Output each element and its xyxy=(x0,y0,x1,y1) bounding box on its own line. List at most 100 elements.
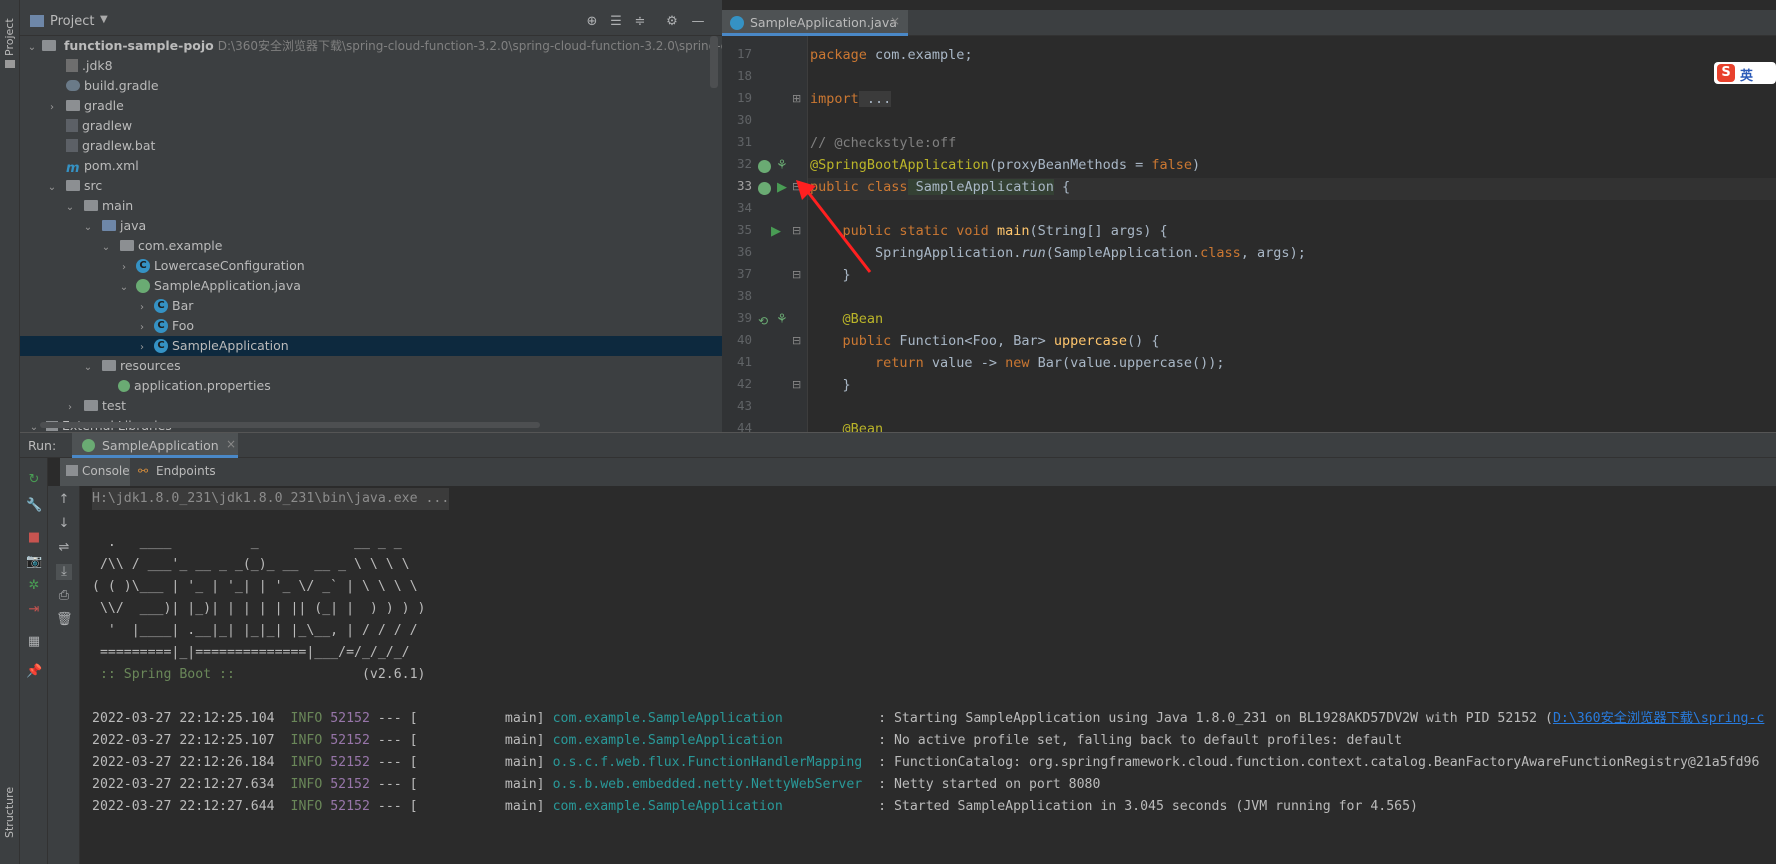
chevron-right-icon[interactable]: › xyxy=(46,98,58,118)
tree-item-java[interactable]: ⌄ java xyxy=(20,216,722,236)
tree-item-label: gradlew xyxy=(82,118,133,133)
tree-item-lowercase-configuration[interactable]: › C LowercaseConfiguration xyxy=(20,256,722,276)
tree-item-jdk8[interactable]: .jdk8 xyxy=(20,56,722,76)
soft-wrap-icon[interactable]: ⇌ xyxy=(56,540,72,556)
collapse-all-icon[interactable]: ≑ xyxy=(632,14,648,30)
banner-line: /\\ / ___'_ __ _ _(_)_ __ __ _ \ \ \ \ xyxy=(92,557,410,572)
run-main-icon[interactable]: ▶ xyxy=(771,224,781,239)
locate-icon[interactable]: ⊕ xyxy=(584,14,600,30)
stop-icon[interactable]: ■ xyxy=(26,530,42,546)
tree-item-com-example[interactable]: ⌄ com.example xyxy=(20,236,722,256)
minimize-icon[interactable]: — xyxy=(690,14,706,30)
source-folder-icon xyxy=(102,220,116,231)
console-output[interactable]: H:\jdk1.8.0_231\jdk1.8.0_231\bin\java.ex… xyxy=(80,486,1776,864)
exit-icon[interactable]: ⇥ xyxy=(26,602,42,618)
chevron-down-icon[interactable]: ⌄ xyxy=(100,238,112,258)
code-line-36: SpringApplication.run(SampleApplication.… xyxy=(810,245,1306,261)
chevron-right-icon[interactable]: › xyxy=(136,318,148,338)
tab-label: Console xyxy=(82,464,130,478)
run-tab-sampleapplication[interactable]: SampleApplication × xyxy=(72,433,238,458)
class-icon: C xyxy=(136,258,150,273)
close-icon[interactable]: × xyxy=(890,14,900,28)
module-path: D:\360安全浏览器下载\spring-cloud-function-3.2.… xyxy=(217,39,746,53)
chevron-right-icon[interactable]: › xyxy=(118,258,130,278)
tree-item-gradle[interactable]: › gradle xyxy=(20,96,722,116)
tree-item-test[interactable]: › test xyxy=(20,396,722,416)
expand-all-icon[interactable]: ☰ xyxy=(608,14,624,30)
chevron-down-icon[interactable]: ⌄ xyxy=(26,38,38,58)
console-tab-bar: Console ⚯ Endpoints xyxy=(60,458,1776,486)
editor-tab-bar: SampleApplication.java × xyxy=(722,10,1776,36)
package-icon xyxy=(120,240,134,251)
tree-item-label: function-sample-pojo xyxy=(63,38,214,53)
pin-icon[interactable]: 📌 xyxy=(26,664,42,680)
chevron-down-icon[interactable]: ⌄ xyxy=(28,418,40,432)
tree-item-label: Foo xyxy=(172,318,195,333)
code-line-19: import ... xyxy=(810,91,892,107)
project-stripe-button[interactable]: Project xyxy=(3,18,16,56)
chevron-down-icon[interactable]: ⌄ xyxy=(64,198,76,218)
tree-item-gradlew-bat[interactable]: gradlew.bat xyxy=(20,136,722,156)
folder-icon xyxy=(84,400,98,411)
code-line-31: // @checkstyle:off xyxy=(810,135,957,151)
spring-bean-icon[interactable]: ⟲ xyxy=(758,314,768,328)
spring-beans-icon[interactable]: ⚘ xyxy=(776,158,788,173)
spring-beans-icon[interactable]: ⚘ xyxy=(776,312,788,327)
trash-icon[interactable]: 🗑 xyxy=(56,612,73,628)
structure-stripe-button[interactable]: Structure xyxy=(3,787,16,838)
editor-tab-label: SampleApplication.java xyxy=(750,15,897,30)
tree-item-main[interactable]: ⌄ main xyxy=(20,196,722,216)
ime-indicator[interactable]: S 英 xyxy=(1714,62,1776,84)
line-number: 40 xyxy=(736,332,752,347)
tree-item-label: SampleApplication.java xyxy=(154,278,301,293)
tree-item-application-properties[interactable]: application.properties xyxy=(20,376,722,396)
spring-bean-icon[interactable] xyxy=(758,182,771,195)
log-link[interactable]: D:\360安全浏览器下载\spring-c xyxy=(1553,711,1764,726)
vertical-scrollbar[interactable] xyxy=(710,36,718,88)
arrow-up-icon[interactable]: ↑ xyxy=(56,492,72,508)
tree-item-label: main xyxy=(102,198,134,213)
tree-item-sampleapplication-java[interactable]: ⌄ SampleApplication.java xyxy=(20,276,722,296)
tab-console[interactable]: Console xyxy=(60,458,130,486)
camera-icon[interactable]: 📷 xyxy=(26,554,42,570)
tree-item-pom-xml[interactable]: m pom.xml xyxy=(20,156,722,176)
chevron-down-icon[interactable]: ⌄ xyxy=(82,358,94,378)
scroll-to-end-icon[interactable]: ⤓ xyxy=(56,564,72,580)
debug-icon[interactable]: ✲ xyxy=(26,578,42,594)
tree-item-src[interactable]: ⌄ src xyxy=(20,176,722,196)
chevron-down-icon[interactable]: ⌄ xyxy=(118,278,130,298)
tree-item-sampleapplication[interactable]: › C SampleApplication xyxy=(20,336,722,356)
tree-item-function-sample-pojo[interactable]: ⌄ function-sample-pojo D:\360安全浏览器下载\spr… xyxy=(20,36,746,58)
arrow-down-icon[interactable]: ↓ xyxy=(56,516,72,532)
tree-item-foo[interactable]: › C Foo xyxy=(20,316,722,336)
line-number: 36 xyxy=(736,244,752,259)
fold-icon[interactable]: ⊟ xyxy=(792,378,801,391)
code-editor[interactable]: 17 18 19 30 31 32 33 34 35 36 37 38 39 4… xyxy=(722,36,1776,432)
tree-item-bar[interactable]: › C Bar xyxy=(20,296,722,316)
line-number: 18 xyxy=(736,68,752,83)
chevron-down-icon[interactable]: ▼ xyxy=(100,14,108,25)
layout-icon[interactable]: ▦ xyxy=(26,634,42,650)
fold-icon[interactable]: ⊞ xyxy=(792,92,801,105)
chevron-down-icon[interactable]: ⌄ xyxy=(46,178,58,198)
editor-tab-sampleapplication-java[interactable]: SampleApplication.java × xyxy=(722,10,908,36)
gear-icon[interactable]: ⚙ xyxy=(664,14,680,30)
spring-bean-icon[interactable] xyxy=(758,160,771,173)
project-view-title[interactable]: Project xyxy=(50,14,94,29)
fold-icon[interactable]: ⊟ xyxy=(792,334,801,347)
chevron-right-icon[interactable]: › xyxy=(136,338,148,358)
wrench-icon[interactable]: 🔧 xyxy=(26,498,42,514)
horizontal-scrollbar[interactable] xyxy=(40,422,540,428)
chevron-right-icon[interactable]: › xyxy=(136,298,148,318)
run-class-icon[interactable]: ▶ xyxy=(777,180,787,195)
chevron-right-icon[interactable]: › xyxy=(64,398,76,418)
line-number: 19 xyxy=(736,90,752,105)
tab-endpoints[interactable]: ⚯ Endpoints xyxy=(138,458,224,486)
chevron-down-icon[interactable]: ⌄ xyxy=(82,218,94,238)
close-icon[interactable]: × xyxy=(226,437,236,451)
rerun-icon[interactable]: ↻ xyxy=(26,472,42,488)
tree-item-build-gradle[interactable]: build.gradle xyxy=(20,76,722,96)
tree-item-resources[interactable]: ⌄ resources xyxy=(20,356,722,376)
print-icon[interactable]: ⎙ xyxy=(56,588,72,604)
tree-item-gradlew[interactable]: gradlew xyxy=(20,116,722,136)
